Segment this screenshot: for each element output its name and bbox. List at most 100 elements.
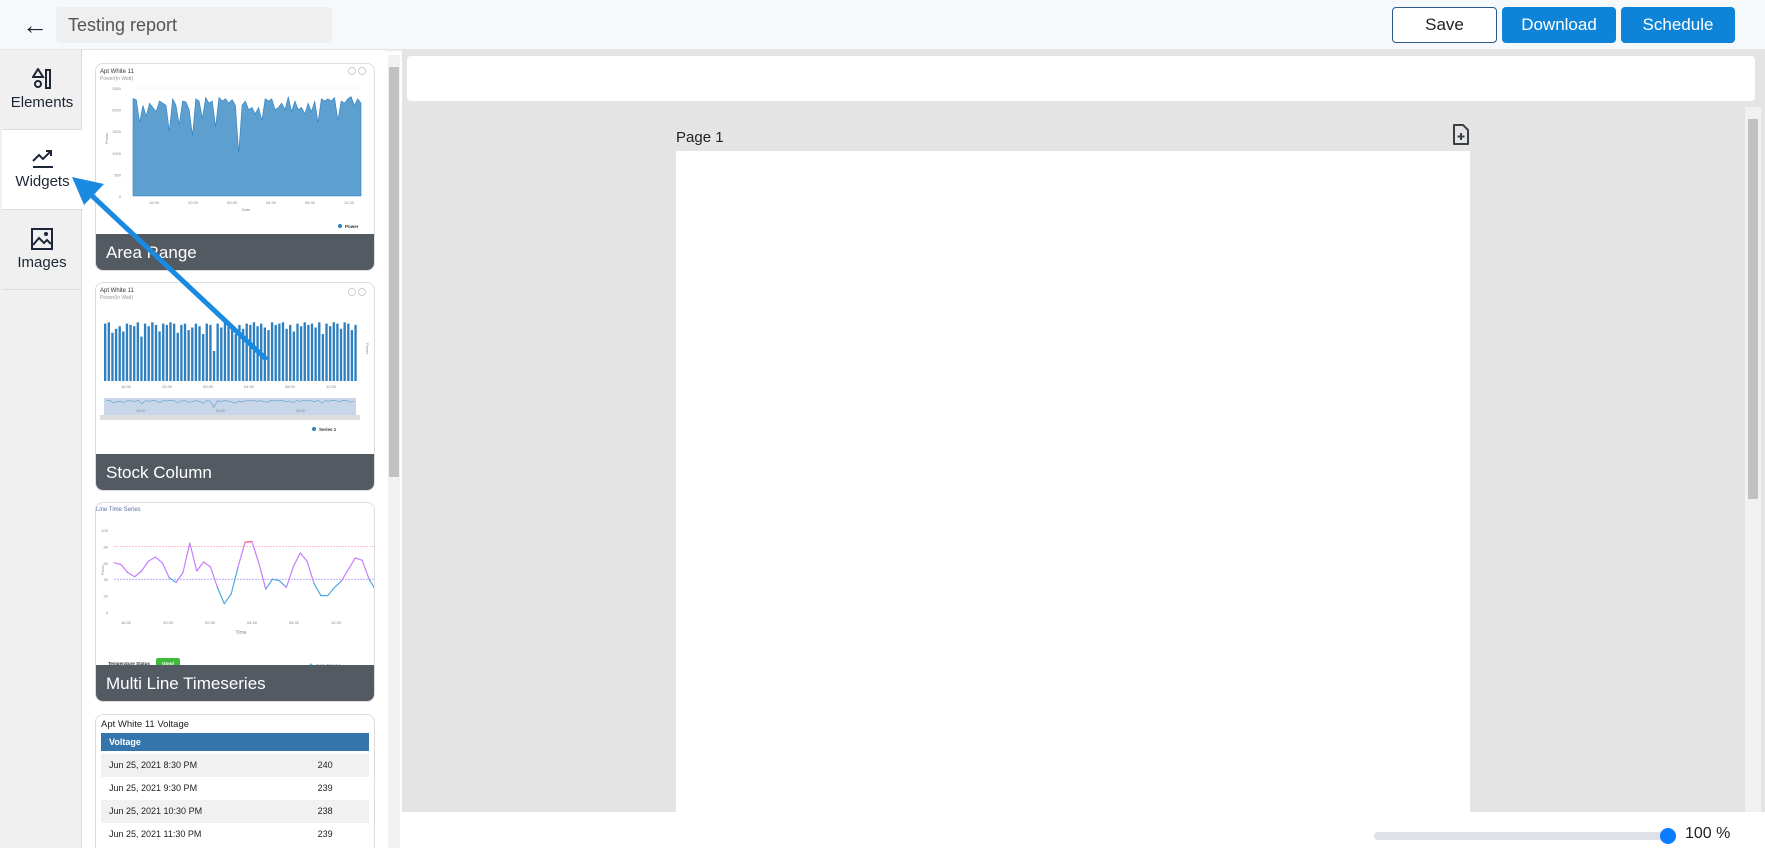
column-bar [180,324,183,381]
line-segment [313,582,322,597]
x-tick-label: 00:30 [227,200,238,205]
column-bar [114,328,118,381]
table-row: Jun 25, 2021 8:30 PM 240 [101,754,369,777]
line-segment [251,540,260,564]
line-segment [271,578,281,582]
column-bar [118,326,121,381]
navigator-scrollbar [100,415,360,420]
image-icon [31,228,53,250]
column-bar [223,322,227,381]
cell-time: Jun 25, 2021 10:30 PM [109,806,203,816]
table-row: Jun 25, 2021 9:30 PM 239 [101,777,369,800]
widget-card-multi-line[interactable]: Line Time Series 100 80 60 40 20 0 16:30 20:30 00… [95,502,375,702]
cell-time: Jun 25, 2021 11:30 PM [109,829,202,839]
widget-card-stock-column[interactable]: Apt White 11 Power(In Watt) Power 16:30 20:3… [95,282,375,491]
tab-label: Widgets [15,173,70,190]
report-canvas: Page 1 [402,50,1765,812]
scrollbar-thumb[interactable] [389,67,399,477]
widget-card-voltage-table[interactable]: Apt White 11 Voltage Voltage Jun 25, 202… [95,714,375,848]
download-button[interactable]: Download [1502,7,1616,43]
column-bar [111,332,114,381]
column-bar [187,330,190,381]
column-bar [347,323,350,381]
column-bar [227,326,230,381]
navigator-tick: 00:30 [216,409,225,413]
widget-card-area-range[interactable]: Apt White 11 Power(In Watt) 2500 2000 1500 10… [95,63,375,271]
report-page[interactable] [676,151,1470,812]
line-segment [354,557,363,561]
column-bar [183,323,187,381]
scrollbar-thumb[interactable] [1748,119,1758,499]
legend-marker [338,224,342,228]
area-chart-thumbnail: Apt White 11Power(In Watt) 2500 2000 1500 10… [100,67,366,229]
navigator-tick: 08:30 [296,409,305,413]
line-segment [368,578,374,589]
column-bar [216,323,219,381]
x-axis-label: Date [242,207,251,212]
canvas-scrollbar[interactable] [1745,107,1761,812]
line-segment [216,586,225,605]
y-tick-label: 500 [114,172,121,177]
canvas-toolbar [407,56,1755,101]
line-segment [237,541,246,568]
sidebar-tabs: Elements Widgets Images [0,50,83,848]
column-bar [296,323,299,381]
shapes-icon [32,68,51,89]
y-tick-label: 1000 [112,151,122,156]
zoom-slider-handle[interactable] [1660,828,1676,844]
line-segment [327,586,336,597]
cell-value: 239 [317,783,333,793]
zoom-slider[interactable] [1374,828,1676,844]
column-bar [332,322,335,381]
tab-images[interactable]: Images [2,210,82,290]
y-tick-label: 2500 [112,86,122,91]
page-label: Page 1 [676,129,724,146]
table-header: Voltage [109,736,141,747]
save-button[interactable]: Save [1392,7,1497,43]
add-page-icon[interactable] [1452,124,1470,146]
y-tick-label: 40 [104,577,109,582]
column-bar [310,323,314,381]
tab-elements[interactable]: Elements [2,50,82,130]
x-tick-label: 16:30 [121,384,132,389]
column-bar [354,324,357,381]
y-axis-label: Power [365,343,370,355]
column-bar [339,328,343,381]
voltage-table: Voltage Jun 25, 2021 8:30 PM 240 Jun 25, … [101,733,369,846]
column-bar [104,323,107,381]
column-bar [303,322,306,381]
cell-value: 239 [317,829,333,839]
report-title-input[interactable] [56,7,332,43]
trend-icon [31,150,53,168]
x-tick-label: 20:30 [162,384,173,389]
column-bar [162,323,165,381]
line-segment [196,561,205,572]
schedule-button[interactable]: Schedule [1621,7,1735,43]
back-arrow-icon[interactable]: ← [22,10,52,40]
column-bar [151,322,154,381]
widget-label: Stock Column [96,454,374,490]
navigator-tick: 16:30 [136,409,145,413]
tab-widgets[interactable]: Widgets [2,130,83,210]
line-segment [230,566,239,595]
chart-title: Apt White 11 [100,69,135,75]
line-segment [258,562,267,590]
line-segment [299,552,308,562]
column-bar [209,324,212,381]
cell-time: Jun 25, 2021 9:30 PM [109,783,198,793]
x-tick-label: 16:30 [121,620,132,625]
legend-marker [312,427,316,431]
x-tick-label: 04:30 [244,384,255,389]
widget-label: Multi Line Timeseries [96,665,374,701]
column-bar [252,322,256,381]
line-segment [244,540,253,543]
line-segment [265,578,274,590]
widgets-scrollbar[interactable] [388,55,400,848]
column-bar [133,326,136,381]
column-bar [270,322,274,381]
column-bar [140,336,143,381]
column-bar [318,322,321,381]
table-title: Apt White 11 Voltage [101,719,190,730]
line-segment [306,560,315,584]
x-tick-label: 04:30 [247,620,258,625]
